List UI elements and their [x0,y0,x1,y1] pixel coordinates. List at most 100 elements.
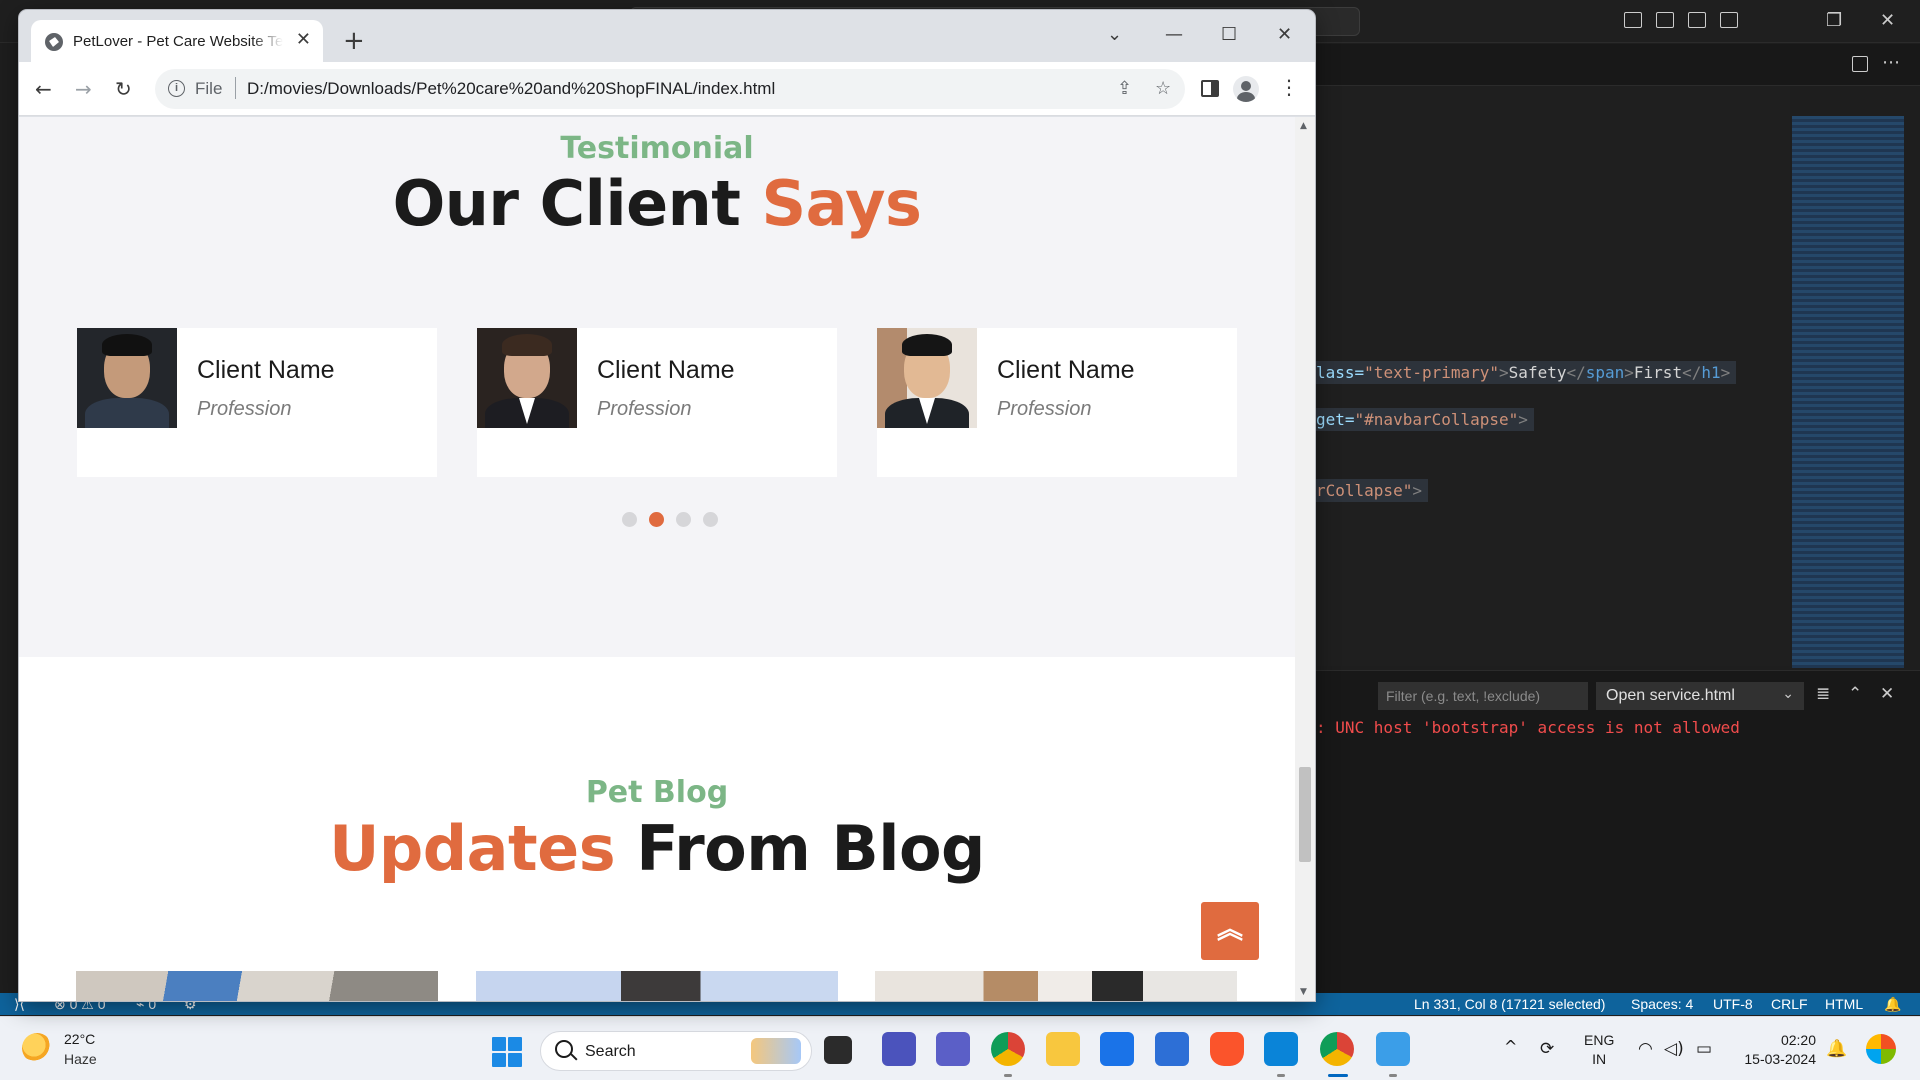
notification-bell-icon[interactable]: 🔔 [1826,1039,1847,1059]
brave-icon[interactable] [1210,1032,1244,1066]
volume-icon[interactable]: ◁) [1664,1039,1684,1059]
show-hidden-icons-icon[interactable]: ^ [1504,1037,1517,1056]
url-divider [235,77,236,99]
chrome-active-icon[interactable] [1320,1032,1354,1066]
clock-time: 02:20 [1780,1032,1816,1048]
scrollbar-thumb[interactable] [1299,767,1311,862]
forward-icon[interactable]: → [75,77,92,101]
split-editor-icon[interactable] [1852,56,1868,72]
language-mode[interactable]: HTML [1825,996,1863,1012]
toggle-secondary-sidebar-icon[interactable] [1688,12,1706,28]
teams-work-icon[interactable] [882,1032,916,1066]
blog-eyebrow: Pet Blog [585,775,729,810]
chrome-menu-icon[interactable]: ⋮ [1279,75,1299,99]
file-explorer-icon[interactable] [1046,1032,1080,1066]
battery-icon[interactable]: ▭ [1696,1039,1712,1059]
store-icon[interactable] [1155,1032,1189,1066]
browser-tab[interactable]: PetLover - Pet Care Website Template ✕ [31,20,323,62]
vscode-running-indicator [1277,1074,1285,1077]
testimonial-eyebrow: Testimonial [560,131,754,166]
chrome-icon[interactable] [991,1032,1025,1066]
client-profession: Profession [197,398,292,420]
wifi-icon[interactable]: ◠ [1638,1039,1653,1059]
code-bracket: > [1499,363,1509,382]
encoding[interactable]: UTF-8 [1713,996,1753,1012]
teams-icon[interactable] [936,1032,970,1066]
carousel-dot-3[interactable] [676,512,691,527]
code-line-1: lass="text-primary">Safety</span>First</… [1310,361,1737,384]
copilot-icon[interactable] [1866,1034,1896,1064]
close-panel-icon[interactable]: ✕ [1880,684,1894,704]
taskbar: 22°C Haze Search ^ ⟳ ENG IN ◠ ◁) ▭ 02:20 1… [0,1016,1920,1080]
maximize-icon[interactable]: ☐ [1221,24,1237,45]
clock[interactable]: 02:20 15-03-2024 [1736,1031,1816,1069]
client-profession: Profession [997,398,1092,420]
blog-image[interactable] [76,971,438,1001]
chevron-down-icon: ⌄ [1782,686,1794,702]
back-to-top-button[interactable]: ︽ [1201,902,1259,960]
minimize-icon[interactable]: — [1165,24,1183,45]
chrome-active-indicator [1328,1074,1348,1077]
word-wrap-icon[interactable]: ≣ [1816,684,1830,704]
new-tab-icon[interactable]: + [343,28,365,54]
scroll-down-icon[interactable]: ▼ [1300,987,1307,997]
carousel-dot-2[interactable] [649,512,664,527]
close-window-icon[interactable]: ✕ [1880,10,1895,31]
page-scrollbar[interactable]: ▲ ▼ [1295,117,1315,1001]
output-channel-select[interactable]: Open service.html ⌄ [1596,682,1804,710]
sync-icon[interactable]: ⟳ [1540,1039,1554,1059]
weather-condition[interactable]: Haze [64,1051,97,1067]
heading-accent-text: Says [761,167,922,240]
output-filter-input[interactable]: Filter (e.g. text, !exclude) [1378,682,1588,710]
start-button[interactable] [492,1037,522,1067]
code-string: "text-primary" [1364,363,1500,382]
end-of-line[interactable]: CRLF [1771,996,1808,1012]
back-icon[interactable]: ← [35,77,52,101]
double-chevron-up-icon: ︽ [1216,915,1243,945]
close-tab-icon[interactable]: ✕ [296,29,311,50]
tab-title: PetLover - Pet Care Website Template [73,33,283,50]
indentation[interactable]: Spaces: 4 [1631,996,1693,1012]
input-language[interactable]: ENG IN [1584,1031,1614,1069]
minimap[interactable] [1792,116,1904,668]
code-bracket: > [1518,410,1528,429]
notifications-icon[interactable]: 🔔 [1884,996,1901,1013]
blog-heading: Updates From Blog [19,812,1295,885]
page-viewport[interactable]: Testimonial Our Client Says Client Name … [19,117,1315,1001]
customize-layout-icon[interactable] [1720,12,1738,28]
close-icon[interactable]: ✕ [1277,24,1292,45]
code-string: "#navbarCollapse" [1354,410,1519,429]
bookmark-star-icon[interactable]: ☆ [1155,78,1171,99]
carousel-dot-1[interactable] [622,512,637,527]
side-panel-icon[interactable] [1201,80,1219,97]
search-icon [555,1040,573,1058]
weather-icon[interactable] [22,1033,52,1063]
tab-search-icon[interactable]: ⌄ [1107,24,1122,45]
photos-icon[interactable] [1376,1032,1410,1066]
blog-image[interactable] [875,971,1237,1001]
carousel-dot-4[interactable] [703,512,718,527]
cursor-position[interactable]: Ln 331, Col 8 (17121 selected) [1414,996,1605,1012]
toggle-sidebar-icon[interactable] [1624,12,1642,28]
heading-main-text: Our Client [392,167,762,240]
code-tag: h1 [1701,363,1721,382]
blog-image[interactable] [476,971,838,1001]
share-icon[interactable]: ⇪ [1117,78,1132,99]
scroll-up-icon[interactable]: ▲ [1300,121,1307,131]
more-actions-icon[interactable]: ⋯ [1882,52,1900,73]
code-tag: span [1585,363,1625,382]
profile-avatar-icon[interactable] [1233,76,1259,102]
address-bar[interactable]: i File D:/movies/Downloads/Pet%20care%20… [155,69,1185,109]
toggle-panel-icon[interactable] [1656,12,1674,28]
restore-window-icon[interactable]: ❐ [1826,10,1842,31]
site-info-icon[interactable]: i [168,80,185,97]
weather-temperature[interactable]: 22°C [64,1031,95,1047]
taskbar-search[interactable]: Search [540,1031,812,1071]
photos-running-indicator [1389,1074,1397,1077]
maximize-panel-icon[interactable]: ⌃ [1848,684,1862,704]
mail-icon[interactable] [1100,1032,1134,1066]
reload-icon[interactable]: ↻ [115,77,132,101]
vscode-icon[interactable] [1264,1032,1298,1066]
url-text[interactable]: D:/movies/Downloads/Pet%20care%20and%20S… [247,79,775,99]
task-view-icon[interactable] [824,1036,852,1064]
